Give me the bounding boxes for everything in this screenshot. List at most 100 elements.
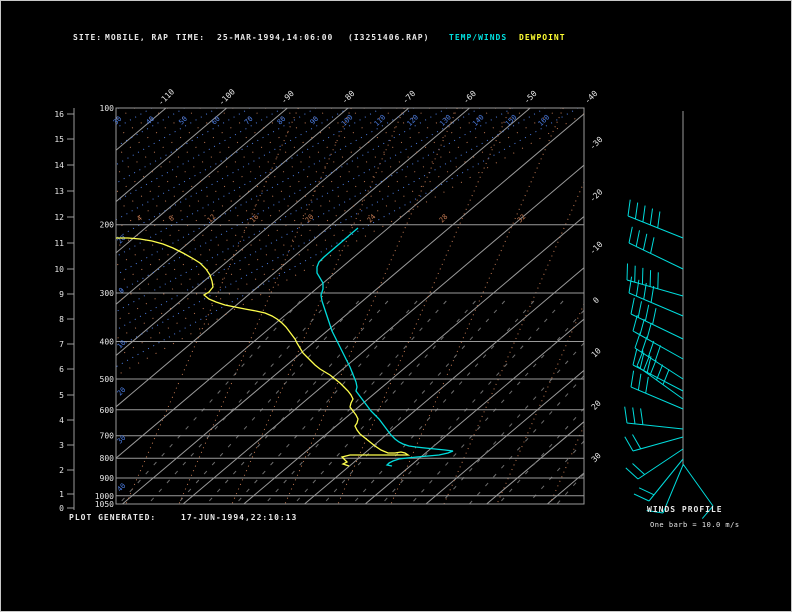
height-tick-label: 1 (59, 490, 64, 499)
dry-adiabat-label: 100 (340, 113, 355, 128)
wind-barb (624, 406, 684, 430)
dry-adiabat-label: 60 (210, 115, 222, 127)
dry-adiabat-line (115, 107, 284, 202)
height-tick-label: 3 (59, 441, 64, 450)
dry-adiabat-label: 50 (177, 115, 189, 127)
plot-generated-value: 17-JUN-1994,22:10:13 (181, 513, 298, 522)
wind-barb (630, 297, 684, 340)
isotherm-line (115, 107, 349, 305)
isotherm-line (115, 107, 470, 408)
lower-adiabat-dashed (352, 300, 535, 505)
isotherm-label-top: -50 (522, 89, 539, 106)
isotherm-label-right: -10 (588, 240, 605, 257)
lower-adiabat-dashed (498, 408, 585, 505)
mixing-ratio-line (443, 181, 585, 505)
isotherm-label-top: -70 (401, 89, 418, 106)
height-tick-label: 5 (59, 391, 64, 400)
dry-adiabat-label: 160 (537, 113, 552, 128)
isotherm-line (243, 216, 585, 505)
isotherm-label-top: -110 (156, 87, 176, 107)
isotherm-label-right: 10 (590, 346, 603, 359)
moist-adiabat-line (115, 107, 431, 285)
moist-adiabat-label: 20 (304, 213, 316, 225)
mixing-ratio-line (125, 107, 299, 505)
pressure-label: 200 (100, 221, 115, 230)
height-tick-label: 10 (54, 265, 64, 274)
height-tick-label: 7 (59, 340, 64, 349)
moist-adiabat-line (115, 107, 464, 303)
mixing-ratio-line (178, 107, 352, 505)
wind-barb (625, 448, 684, 480)
moist-adiabat-line (115, 107, 497, 322)
lower-adiabat-dashed (206, 300, 389, 505)
pressure-label: 1050 (95, 500, 114, 509)
pressure-label: 400 (100, 337, 115, 346)
pressure-label: 500 (100, 375, 115, 384)
left-edge-adiabat-label: 0 (117, 286, 126, 295)
dry-adiabat-line (115, 107, 185, 147)
height-tick-label: 6 (59, 365, 64, 374)
left-edge-adiabat-label: 20 (116, 386, 128, 398)
height-tick-label: 13 (54, 187, 64, 196)
lower-adiabat-dashed (381, 300, 564, 505)
isotherm-label-right: -20 (588, 187, 605, 204)
pressure-label: 600 (100, 406, 115, 415)
moist-adiabat-line (115, 107, 529, 340)
moist-adiabat-label: 28 (438, 213, 450, 225)
dry-adiabat-line (115, 107, 382, 258)
isotherm-line (122, 113, 585, 505)
lower-adiabat-dashed (147, 300, 330, 505)
height-tick-label: 14 (54, 161, 64, 170)
left-edge-adiabat-label: 10 (116, 339, 128, 351)
height-tick-label: 2 (59, 466, 64, 475)
mixing-ratio-line (337, 107, 511, 505)
wind-barb (634, 332, 684, 380)
isotherm-label-top: -40 (583, 89, 600, 106)
pressure-label: 300 (100, 289, 115, 298)
dry-adiabat-label: 150 (504, 113, 519, 128)
height-tick-label: 9 (59, 290, 64, 299)
height-tick-label: 8 (59, 315, 64, 324)
wind-barb (627, 199, 684, 239)
height-tick-label: 0 (59, 504, 64, 513)
height-tick-label: 11 (54, 239, 64, 248)
pressure-label: 100 (100, 104, 115, 113)
lower-adiabat-dashed (264, 300, 447, 505)
isotherm-label-right: 20 (590, 399, 603, 412)
lower-adiabat-dashed (410, 309, 585, 505)
dry-adiabat-line (115, 107, 546, 349)
wind-barb (630, 370, 684, 410)
pressure-label: 700 (100, 432, 115, 441)
wind-barb (628, 226, 684, 270)
left-edge-adiabat-label: 40 (116, 482, 128, 494)
isotherm-line (425, 370, 585, 505)
isotherm-line (115, 107, 410, 356)
isotherm-label-right: 0 (591, 295, 601, 305)
isotherm-label-right: -30 (588, 135, 605, 152)
moist-adiabat-line (115, 107, 365, 248)
dry-adiabat-line (115, 107, 218, 166)
pressure-label: 800 (100, 454, 115, 463)
height-tick-label: 4 (59, 416, 64, 425)
height-tick-label: 15 (54, 135, 64, 144)
isotherm-label-top: -100 (217, 87, 237, 107)
isotherm-label-top: -60 (461, 89, 478, 106)
plot-border (115, 107, 585, 505)
lower-adiabat-dashed (527, 440, 585, 505)
dry-adiabat-line (115, 107, 481, 313)
wind-barb (624, 434, 684, 452)
dry-adiabat-label: 120 (405, 113, 420, 128)
moist-adiabat-line (115, 107, 300, 211)
height-tick-label: 16 (54, 110, 64, 119)
dry-adiabat-label: 30 (112, 115, 124, 127)
dry-adiabat-label: 130 (438, 113, 453, 128)
moist-adiabat-label: 12 (206, 213, 218, 225)
temp-trace (316, 227, 454, 467)
pressure-label: 900 (100, 474, 115, 483)
lower-adiabat-dashed (469, 375, 585, 505)
dry-adiabat-label: 140 (471, 113, 486, 128)
wind-barb (626, 263, 684, 297)
isotherm-label-right: 30 (590, 451, 603, 464)
mixing-ratio-line (284, 107, 458, 505)
dry-adiabat-label: 70 (243, 115, 255, 127)
